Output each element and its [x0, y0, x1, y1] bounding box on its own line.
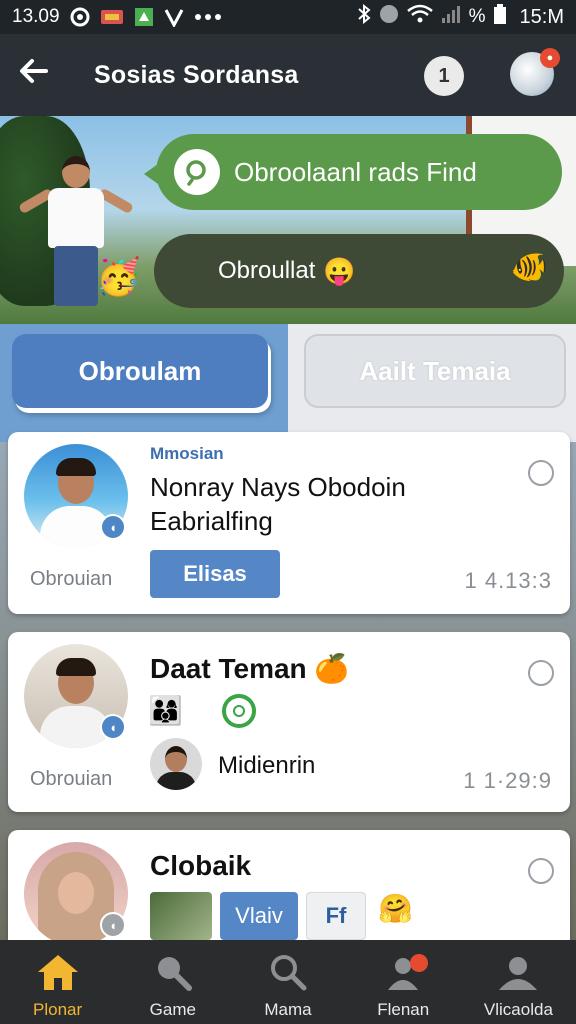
small-avatar	[150, 738, 202, 790]
search-icon	[150, 950, 196, 994]
card-meta: 1 1·29:9	[463, 768, 552, 793]
battery-icon	[493, 4, 506, 30]
list-item[interactable]: ◖ Daat Teman 🍊 👨‍👩‍👦 Midienrin Obrouian …	[8, 632, 570, 812]
status-time: 13.09	[12, 6, 60, 27]
nav-item-plonar[interactable]: Plonar	[0, 940, 115, 1024]
card-secondary-button[interactable]: Ff	[306, 892, 366, 940]
select-radio[interactable]	[528, 460, 554, 486]
nav-item-game[interactable]: Game	[115, 940, 230, 1024]
nav-label: Vlicaolda	[483, 1000, 553, 1019]
card-name-line2: Eabrialfing	[150, 506, 273, 536]
profile-notification-badge: ●	[540, 48, 560, 68]
more-dots-icon	[194, 13, 222, 21]
page-title: Sosias Sordansa	[94, 60, 299, 89]
v-icon	[164, 7, 184, 27]
find-friends-search-bubble[interactable]: Obroolaanl rads Find	[144, 134, 562, 210]
tab-obroulam[interactable]: Obroulam	[12, 334, 268, 408]
card-action-button[interactable]: Elisas	[150, 550, 280, 598]
sync-count: 1	[438, 64, 450, 87]
whatsapp-icon	[222, 694, 256, 728]
user-icon	[495, 950, 541, 994]
card-name: Daat Teman 🍊	[150, 652, 349, 685]
card-thumbnail-image	[150, 892, 212, 940]
select-radio[interactable]	[528, 660, 554, 686]
app-header: Sosias Sordansa 1 ●	[0, 34, 576, 116]
card-action-button[interactable]: Vlaiv	[220, 892, 298, 940]
status-indicator-icon: ◖	[100, 714, 126, 740]
card-category: Mmosian	[150, 444, 224, 463]
card-sub-name: Midienrin	[218, 752, 316, 779]
card-left-label: Obrouian	[30, 768, 113, 790]
nav-label: Game	[149, 1000, 196, 1019]
status-indicator-icon: ◖	[100, 912, 126, 938]
card-name-text: Daat Teman	[150, 653, 307, 684]
hug-emoji-icon: 🤗	[378, 893, 413, 924]
search-bubble-text: Obroolaanl rads Find	[234, 156, 477, 187]
card-secondary-label: Ff	[325, 903, 347, 928]
card-meta: 1 4.13:3	[464, 568, 552, 593]
status-bar: 13.09 % 15:M	[0, 0, 576, 34]
profile-avatar-button[interactable]: ●	[510, 48, 560, 96]
app-notification-icon	[100, 8, 124, 26]
signal-icon	[441, 4, 461, 30]
back-arrow-icon[interactable]	[18, 55, 62, 96]
orange-emoji-icon: 🍊	[314, 653, 350, 684]
tab-aailt-temaia[interactable]: Aailt Temaia	[304, 334, 566, 408]
home-icon	[35, 950, 81, 994]
smile-emoji-icon: 😛	[323, 255, 356, 286]
battery-percent: %	[468, 6, 486, 27]
bottom-navigation: Plonar Game Mama Flenan Vlicaolda	[0, 940, 576, 1024]
search-icon	[265, 950, 311, 994]
hero-banner: 🥳 Obroolaanl rads Find Obroullat 😛 🐠	[0, 116, 576, 324]
fish-emoji-icon: 🐠	[510, 251, 548, 284]
target-icon	[70, 7, 90, 27]
chat-bubble[interactable]: Obroullat 😛 🐠	[154, 234, 564, 308]
party-emoji-icon: 🥳	[96, 256, 141, 297]
group-emoji-icon: 👨‍👩‍👦	[148, 695, 183, 726]
status-right: % 15:M	[357, 3, 564, 30]
status-time-right: 15:M	[519, 5, 564, 28]
wifi-icon	[406, 4, 433, 30]
arrow-up-icon	[134, 7, 154, 27]
nav-label: Mama	[264, 1000, 312, 1019]
nav-item-flenan[interactable]: Flenan	[346, 940, 461, 1024]
chat-bubble-text: Obroullat	[218, 257, 316, 284]
card-name: Clobaik	[150, 850, 252, 881]
list-item[interactable]: ◖ Mmosian Nonray Nays Obodoin Eabrialfin…	[8, 432, 570, 614]
sync-button[interactable]: 1	[424, 56, 464, 96]
select-radio[interactable]	[528, 858, 554, 884]
nav-label: Plonar	[33, 1000, 83, 1019]
app-screen: { "status_bar": { "time": "13.09", "perc…	[0, 0, 576, 1024]
nav-label: Flenan	[377, 1000, 430, 1019]
search-icon	[174, 149, 220, 195]
nav-item-vlicaolda[interactable]: Vlicaolda	[461, 940, 576, 1024]
bluetooth-icon	[357, 3, 371, 30]
dnd-icon	[379, 4, 399, 30]
nav-item-mama[interactable]: Mama	[230, 940, 345, 1024]
card-left-label: Obrouian	[30, 568, 113, 590]
status-indicator-icon: ◖	[100, 514, 126, 540]
card-name-line1: Nonray Nays Obodoin	[150, 472, 406, 502]
notification-badge	[409, 954, 428, 972]
